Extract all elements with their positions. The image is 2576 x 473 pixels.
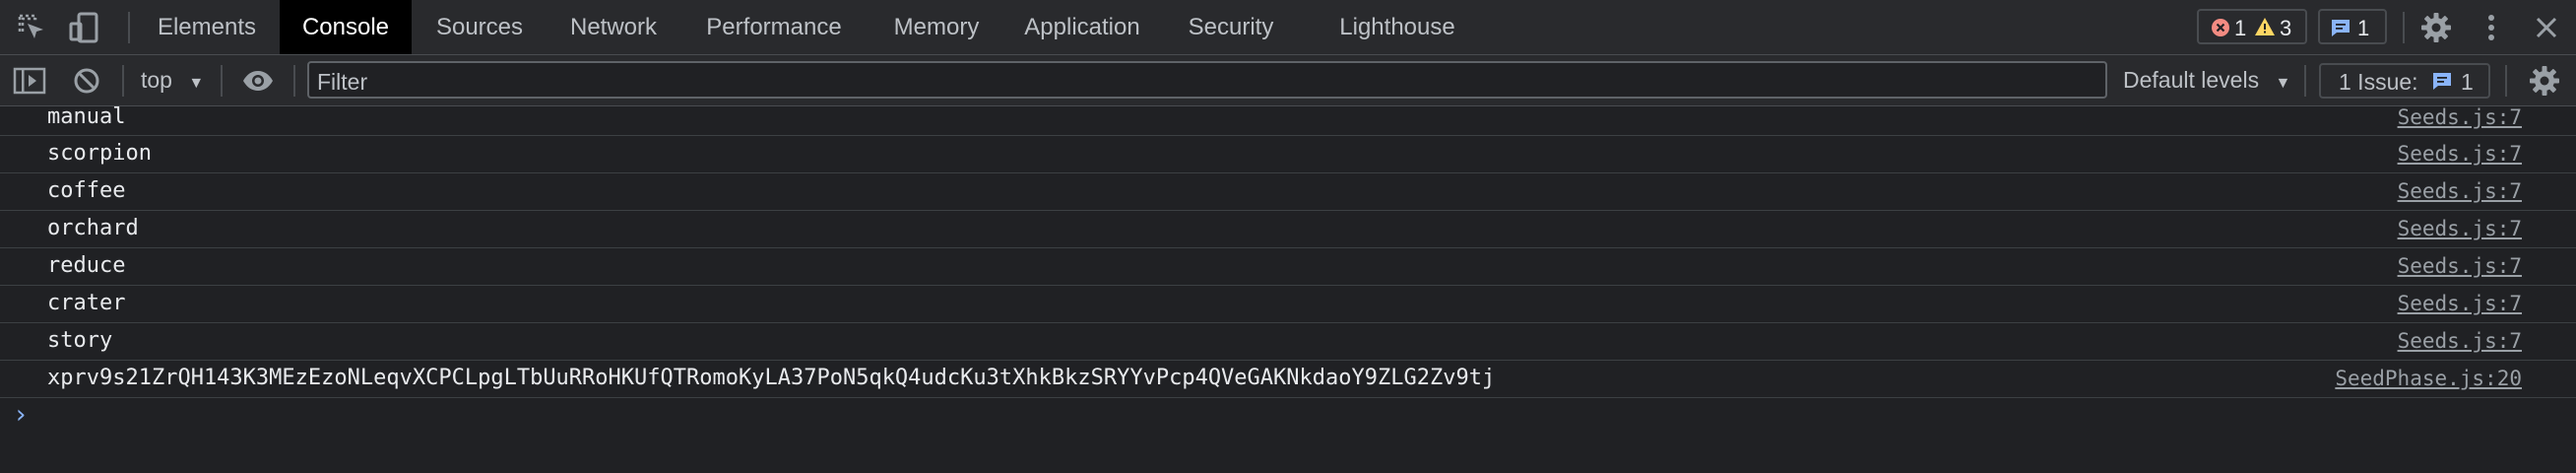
device-toggle-icon[interactable]	[67, 10, 102, 45]
issues-label: 1 Issue:	[2339, 69, 2418, 95]
source-link[interactable]: Seeds.js:7	[2398, 292, 2522, 315]
settings-icon[interactable]	[2418, 10, 2454, 45]
tab-elements[interactable]: Elements	[144, 0, 270, 54]
error-count: 1	[2234, 16, 2247, 40]
toolbar-divider	[221, 65, 223, 97]
sidebar-toggle-icon[interactable]	[12, 63, 47, 99]
close-icon[interactable]	[2529, 10, 2564, 45]
toolbar-divider	[2403, 12, 2405, 43]
issues-button[interactable]: 1 Issue: 1	[2319, 63, 2490, 99]
console-prompt[interactable]: ›	[0, 398, 2576, 438]
toolbar-divider	[293, 65, 295, 97]
issue-counters[interactable]: 1 3	[2197, 9, 2307, 44]
log-levels-dropdown[interactable]: Default levels ▼	[2123, 67, 2290, 94]
tab-memory[interactable]: Memory	[878, 0, 995, 54]
log-text: xprv9s21ZrQH143K3MEzEzoNLeqvXCPCLpgLTbUu…	[47, 366, 1496, 390]
toolbar-divider	[128, 12, 130, 43]
toolbar-divider	[2505, 65, 2507, 97]
message-count: 1	[2357, 16, 2370, 40]
warning-count: 3	[2280, 16, 2292, 40]
eye-icon[interactable]	[240, 63, 276, 99]
console-message: manual Seeds.js:7	[0, 104, 2576, 136]
chevron-down-icon: ▼	[2275, 75, 2291, 92]
log-text: crater	[47, 291, 126, 315]
console-message: coffee Seeds.js:7	[0, 173, 2576, 211]
source-link[interactable]: Seeds.js:7	[2398, 179, 2522, 203]
prompt-chevron-icon: ›	[16, 400, 27, 430]
log-text: orchard	[47, 216, 139, 240]
log-text: manual	[47, 104, 126, 129]
log-text: scorpion	[47, 141, 152, 166]
tab-lighthouse[interactable]: Lighthouse	[1333, 0, 1461, 54]
error-icon	[2212, 19, 2229, 36]
log-text: coffee	[47, 178, 126, 203]
toolbar-divider	[122, 65, 124, 97]
toolbar-divider	[2304, 65, 2306, 97]
inspect-icon[interactable]	[14, 10, 49, 45]
message-icon	[2332, 20, 2350, 36]
chevron-down-icon: ▼	[188, 75, 205, 92]
devtools-tabbar: Elements Console Sources Network Perform…	[0, 0, 2576, 55]
log-text: reduce	[47, 253, 126, 278]
tab-sources[interactable]: Sources	[421, 0, 538, 54]
tab-application[interactable]: Application	[1014, 0, 1150, 54]
tab-network[interactable]: Network	[557, 0, 670, 54]
tab-security[interactable]: Security	[1178, 0, 1284, 54]
console-message: xprv9s21ZrQH143K3MEzEzoNLeqvXCPCLpgLTbUu…	[0, 361, 2576, 398]
console-settings-icon[interactable]	[2527, 63, 2562, 99]
tab-performance[interactable]: Performance	[693, 0, 855, 54]
source-link[interactable]: Seeds.js:7	[2398, 217, 2522, 240]
message-icon	[2433, 73, 2451, 90]
source-link[interactable]: Seeds.js:7	[2398, 142, 2522, 166]
log-levels-label: Default levels	[2123, 67, 2260, 93]
more-icon[interactable]	[2474, 10, 2509, 45]
source-link[interactable]: Seeds.js:7	[2398, 329, 2522, 353]
warning-icon	[2255, 18, 2275, 35]
filter-input[interactable]: Filter	[307, 61, 2107, 99]
console-message: orchard Seeds.js:7	[0, 211, 2576, 248]
clear-console-icon[interactable]	[69, 63, 104, 99]
console-log: manual Seeds.js:7 scorpion Seeds.js:7 co…	[0, 104, 2576, 438]
source-link[interactable]: SeedPhase.js:20	[2335, 367, 2522, 390]
console-toolbar: top ▼ Filter Default levels ▼ 1 Issue: 1	[0, 55, 2576, 106]
tab-console[interactable]: Console	[280, 0, 412, 54]
source-link[interactable]: Seeds.js:7	[2398, 105, 2522, 129]
console-message: reduce Seeds.js:7	[0, 248, 2576, 286]
source-link[interactable]: Seeds.js:7	[2398, 254, 2522, 278]
console-message: story Seeds.js:7	[0, 323, 2576, 361]
console-message: scorpion Seeds.js:7	[0, 136, 2576, 173]
context-selector[interactable]: top ▼	[141, 67, 204, 94]
message-counter[interactable]: 1	[2318, 9, 2387, 44]
log-text: story	[47, 328, 113, 353]
context-value: top	[141, 67, 172, 93]
console-message: crater Seeds.js:7	[0, 286, 2576, 323]
issues-count: 1	[2461, 69, 2474, 95]
